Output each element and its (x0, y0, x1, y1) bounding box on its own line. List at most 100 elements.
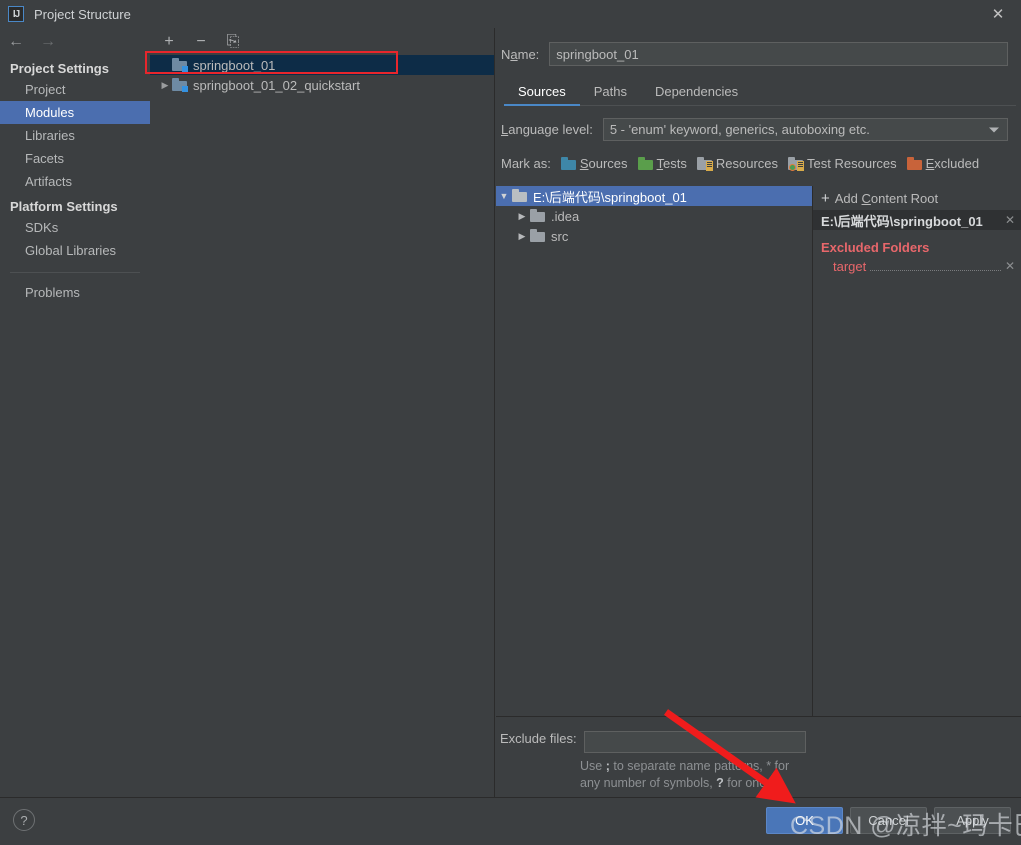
tab-paths[interactable]: Paths (580, 81, 641, 106)
back-arrow-icon[interactable]: ← (8, 33, 24, 50)
module-name-input[interactable] (549, 42, 1008, 66)
settings-sidebar: ← → Project Settings Project Modules Lib… (0, 28, 150, 797)
tree-twisty-icon[interactable]: ▶ (514, 211, 530, 222)
excluded-folder-item-target[interactable]: target ✕ (813, 257, 1021, 275)
language-level-label: Language level: (501, 122, 593, 137)
dialog-footer: ? OK Cancel Apply (0, 797, 1021, 845)
sidebar-item-global-libraries[interactable]: Global Libraries (0, 239, 150, 262)
sidebar-divider (10, 272, 140, 273)
detail-tabs: Sources Paths Dependencies (504, 80, 1016, 106)
excluded-folders-heading: Excluded Folders (821, 240, 930, 255)
sidebar-group-project-settings: Project Settings (10, 61, 109, 76)
language-level-row: Language level: 5 - 'enum' keyword, gene… (501, 118, 1008, 141)
tree-row-label: src (551, 228, 569, 244)
exclude-files-input[interactable] (583, 731, 806, 753)
tree-row-src[interactable]: ▶ src (496, 226, 812, 246)
sidebar-item-sdks[interactable]: SDKs (0, 216, 150, 239)
exclude-files-row: Exclude files: (500, 731, 1021, 753)
dialog-buttons: OK Cancel Apply (766, 807, 1011, 834)
help-icon[interactable]: ? (13, 809, 35, 831)
module-name-label: Name: (501, 46, 540, 62)
mark-as-resources-button[interactable]: Resources (696, 156, 779, 171)
mark-as-sources-button[interactable]: Sources (560, 156, 628, 171)
cancel-button[interactable]: Cancel (850, 807, 927, 834)
content-root-path: E:\后端代码\springboot_01 (821, 213, 983, 229)
sidebar-item-facets[interactable]: Facets (0, 147, 150, 170)
tree-row-content-root[interactable]: ▼ E:\后端代码\springboot_01 (496, 186, 812, 206)
chevron-down-icon (989, 127, 999, 132)
folder-icon (530, 209, 546, 223)
ok-button[interactable]: OK (766, 807, 843, 834)
module-name-row: Name: (501, 42, 1008, 66)
mark-as-tests-button[interactable]: Tests (637, 156, 687, 171)
module-toolbar: + − ⎘ (150, 28, 494, 55)
module-row-springboot-01[interactable]: springboot_01 (150, 55, 494, 75)
sidebar-item-artifacts[interactable]: Artifacts (0, 170, 150, 193)
exclude-files-hint: Use ; to separate name patterns, * for a… (580, 758, 805, 792)
sidebar-item-modules[interactable]: Modules (0, 101, 150, 124)
module-twisty-icon[interactable]: ▶ (158, 80, 172, 91)
module-list-panel: + − ⎘ springboot_01 ▶ springboot_01_02_q… (150, 28, 495, 797)
remove-module-icon[interactable]: − (191, 32, 211, 52)
language-level-value: 5 - 'enum' keyword, generics, autoboxing… (609, 122, 870, 137)
excluded-folder-label: target (833, 258, 867, 274)
mark-as-tests-label: Tests (656, 156, 687, 171)
sidebar-group-platform-settings: Platform Settings (10, 199, 118, 214)
module-rows: springboot_01 ▶ springboot_01_02_quickst… (150, 55, 494, 95)
tree-row-label: .idea (551, 208, 580, 224)
apply-button[interactable]: Apply (934, 807, 1011, 834)
add-content-root-label: Add Content Root (834, 190, 939, 206)
mark-as-excluded-button[interactable]: Excluded (906, 156, 980, 171)
module-folder-icon (172, 58, 188, 72)
sidebar-item-libraries[interactable]: Libraries (0, 124, 150, 147)
resources-folder-icon (696, 156, 713, 171)
project-structure-dialog: IJ Project Structure ✕ ← → Project Setti… (0, 0, 1021, 845)
test-resources-folder-icon (788, 156, 805, 171)
plus-icon: + (821, 189, 830, 207)
tree-twisty-icon[interactable]: ▼ (496, 191, 512, 201)
mark-as-resources-label: Resources (715, 156, 779, 171)
folder-icon (530, 229, 546, 243)
mark-as-row: Mark as: Sources Tests Resources Test Re… (501, 156, 1021, 171)
mark-as-test-resources-label: Test Resources (807, 156, 897, 171)
title-bar: IJ Project Structure ✕ (0, 0, 1021, 28)
content-root-entry[interactable]: E:\后端代码\springboot_01 ✕ (813, 210, 1021, 230)
sidebar-item-problems[interactable]: Problems (0, 281, 150, 304)
content-root-tree: ▼ E:\后端代码\springboot_01 ▶ .idea ▶ src (496, 186, 813, 716)
mark-as-test-resources-button[interactable]: Test Resources (788, 156, 897, 171)
tree-twisty-icon[interactable]: ▶ (514, 231, 530, 242)
content-root-area: ▼ E:\后端代码\springboot_01 ▶ .idea ▶ src + … (496, 186, 1021, 716)
window-title: Project Structure (34, 6, 131, 22)
tree-row-idea[interactable]: ▶ .idea (496, 206, 812, 226)
excluded-folder-icon (906, 156, 923, 171)
hint-line-1: Use ; to separate name patterns, * for (580, 759, 790, 773)
remove-excluded-folder-icon[interactable]: ✕ (1005, 259, 1015, 273)
mark-as-excluded-label: Excluded (925, 156, 980, 171)
add-content-root-button[interactable]: + Add Content Root (813, 186, 1021, 210)
module-row-label: springboot_01_02_quickstart (193, 77, 360, 93)
tab-sources[interactable]: Sources (504, 81, 580, 106)
exclude-files-label: Exclude files: (500, 731, 577, 746)
sources-folder-icon (560, 156, 577, 171)
mark-as-sources-label: Sources (579, 156, 628, 171)
copy-module-icon[interactable]: ⎘ (223, 32, 243, 52)
module-folder-icon (172, 78, 188, 92)
dotted-leader (870, 261, 1001, 271)
remove-content-root-icon[interactable]: ✕ (1005, 213, 1015, 227)
intellij-logo-icon: IJ (8, 6, 24, 22)
sidebar-navigation: ← → (0, 28, 150, 55)
sidebar-item-project[interactable]: Project (0, 78, 150, 101)
folder-icon (512, 189, 528, 203)
language-level-dropdown[interactable]: 5 - 'enum' keyword, generics, autoboxing… (602, 118, 1008, 141)
mark-as-label: Mark as: (501, 156, 551, 171)
module-row-label: springboot_01 (193, 57, 276, 73)
content-root-rail: + Add Content Root E:\后端代码\springboot_01… (813, 186, 1021, 716)
close-icon[interactable]: ✕ (975, 0, 1021, 28)
add-module-icon[interactable]: + (159, 32, 179, 52)
module-row-springboot-01-02-quickstart[interactable]: ▶ springboot_01_02_quickstart (150, 75, 494, 95)
tab-dependencies[interactable]: Dependencies (641, 81, 752, 106)
tree-row-label: E:\后端代码\springboot_01 (533, 189, 687, 205)
hint-line-2: any number of symbols, ? for one. (580, 776, 770, 790)
forward-arrow-icon[interactable]: → (40, 33, 56, 50)
tests-folder-icon (637, 156, 654, 171)
